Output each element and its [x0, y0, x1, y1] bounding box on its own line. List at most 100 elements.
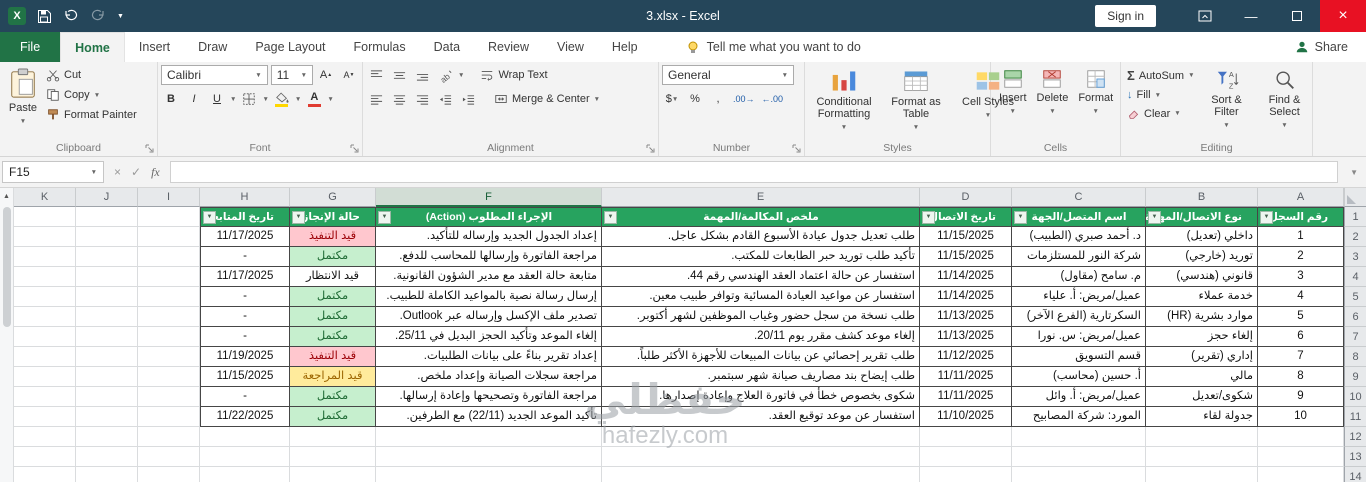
row-header-3[interactable]: 3 [1344, 247, 1366, 267]
tab-review[interactable]: Review [474, 32, 543, 62]
cell-B4[interactable]: قانوني (هندسي) [1146, 267, 1258, 287]
cell-I3[interactable] [138, 247, 200, 267]
align-center-button[interactable] [389, 89, 409, 109]
tab-help[interactable]: Help [598, 32, 652, 62]
cell-H13[interactable] [200, 447, 290, 467]
cell-K4[interactable] [14, 267, 76, 287]
underline-button[interactable]: U [207, 89, 227, 109]
cell-J4[interactable] [76, 267, 138, 287]
cell-G4[interactable]: قيد الانتظار [290, 267, 376, 287]
cell-A11[interactable]: 10 [1258, 407, 1344, 427]
table-header-F[interactable]: الإجراء المطلوب (Action) ▼ [376, 207, 602, 227]
italic-button[interactable]: I [184, 89, 204, 109]
find-select-button[interactable]: Find & Select ▼ [1256, 65, 1314, 140]
cell-J1[interactable] [76, 207, 138, 227]
filter-button-B[interactable]: ▼ [1148, 211, 1161, 224]
orientation-dropdown-icon[interactable]: ▼ [458, 72, 464, 79]
table-header-B[interactable]: نوع الاتصال/المهمة ▼ [1146, 207, 1258, 227]
tab-draw[interactable]: Draw [184, 32, 241, 62]
autosum-dropdown-icon[interactable]: ▼ [1188, 72, 1194, 79]
fill-dropdown-icon[interactable]: ▼ [1155, 92, 1161, 99]
tab-insert[interactable]: Insert [125, 32, 184, 62]
filter-button-G[interactable]: ▼ [292, 211, 305, 224]
tab-formulas[interactable]: Formulas [340, 32, 420, 62]
close-button[interactable]: × [1320, 0, 1366, 32]
cell-C4[interactable]: م. سامح (مقاول) [1012, 267, 1146, 287]
cell-H2[interactable]: 11/17/2025 [200, 227, 290, 247]
clear-button[interactable]: Clear ▼ [1124, 106, 1198, 121]
cell-H10[interactable]: - [200, 387, 290, 407]
maximize-button[interactable] [1274, 0, 1320, 32]
cell-F14[interactable] [376, 467, 602, 482]
cell-E3[interactable]: تأكيد طلب توريد حبر الطابعات للمكتب. [602, 247, 920, 267]
cell-J13[interactable] [76, 447, 138, 467]
cell-A2[interactable]: 1 [1258, 227, 1344, 247]
fill-color-dropdown-icon[interactable]: ▼ [295, 96, 301, 103]
cell-A3[interactable]: 2 [1258, 247, 1344, 267]
cell-G6[interactable]: مكتمل [290, 307, 376, 327]
filter-button-C[interactable]: ▼ [1014, 211, 1027, 224]
column-header-G[interactable]: G [290, 188, 376, 207]
cell-G2[interactable]: قيد التنفيذ [290, 227, 376, 247]
cell-K6[interactable] [14, 307, 76, 327]
cell-K12[interactable] [14, 427, 76, 447]
column-header-B[interactable]: B [1146, 188, 1258, 207]
cell-B10[interactable]: شكوى/تعديل [1146, 387, 1258, 407]
copy-button[interactable]: Copy ▼ [43, 87, 140, 103]
conditional-formatting-button[interactable]: Conditional Formatting ▼ [808, 65, 880, 140]
align-middle-button[interactable] [389, 65, 409, 85]
column-header-J[interactable]: J [76, 188, 138, 207]
cell-E8[interactable]: طلب تقرير إحصائي عن بيانات المبيعات للأج… [602, 347, 920, 367]
fill-button[interactable]: ↓ Fill ▼ [1124, 88, 1198, 102]
cell-I12[interactable] [138, 427, 200, 447]
cell-I13[interactable] [138, 447, 200, 467]
cell-K1[interactable] [14, 207, 76, 227]
cell-E14[interactable] [602, 467, 920, 482]
cell-K11[interactable] [14, 407, 76, 427]
cell-K3[interactable] [14, 247, 76, 267]
cell-F8[interactable]: إعداد تقرير بناءً على بيانات الطلبيات. [376, 347, 602, 367]
cell-G10[interactable]: مكتمل [290, 387, 376, 407]
cell-K10[interactable] [14, 387, 76, 407]
cell-F9[interactable]: مراجعة سجلات الصيانة وإعداد ملخص. [376, 367, 602, 387]
cell-H8[interactable]: 11/19/2025 [200, 347, 290, 367]
save-button[interactable] [37, 9, 52, 24]
cell-G3[interactable]: مكتمل [290, 247, 376, 267]
cell-H6[interactable]: - [200, 307, 290, 327]
scrollbar-thumb[interactable] [2, 207, 11, 327]
align-left-button[interactable] [366, 89, 386, 109]
borders-dropdown-icon[interactable]: ▼ [262, 96, 268, 103]
font-color-dropdown-icon[interactable]: ▼ [327, 96, 333, 103]
row-header-1[interactable]: 1 [1344, 207, 1366, 227]
sign-in-button[interactable]: Sign in [1095, 5, 1156, 27]
cell-D3[interactable]: 11/15/2025 [920, 247, 1012, 267]
row-header-10[interactable]: 10 [1344, 387, 1366, 407]
name-box[interactable]: F15 ▼ [2, 161, 104, 183]
cell-A6[interactable]: 5 [1258, 307, 1344, 327]
cell-K2[interactable] [14, 227, 76, 247]
fill-color-button[interactable] [272, 89, 292, 109]
cell-F3[interactable]: مراجعة الفاتورة وإرسالها للمحاسب للدفع. [376, 247, 602, 267]
filter-button-F[interactable]: ▼ [378, 211, 391, 224]
bold-button[interactable]: B [161, 89, 181, 109]
cell-F12[interactable] [376, 427, 602, 447]
cell-D14[interactable] [920, 467, 1012, 482]
percent-button[interactable]: % [685, 89, 705, 109]
column-header-K[interactable]: K [14, 188, 76, 207]
cell-I8[interactable] [138, 347, 200, 367]
cell-I6[interactable] [138, 307, 200, 327]
paste-dropdown-icon[interactable]: ▼ [20, 116, 26, 128]
row-header-8[interactable]: 8 [1344, 347, 1366, 367]
cell-J14[interactable] [76, 467, 138, 482]
cell-B7[interactable]: إلغاء حجز [1146, 327, 1258, 347]
undo-button[interactable] [63, 8, 79, 24]
cell-D11[interactable]: 11/10/2025 [920, 407, 1012, 427]
cell-H11[interactable]: 11/22/2025 [200, 407, 290, 427]
cell-F10[interactable]: مراجعة الفاتورة وتصحيحها وإعادة إرسالها. [376, 387, 602, 407]
cell-I7[interactable] [138, 327, 200, 347]
minimize-button[interactable]: — [1228, 0, 1274, 32]
cell-E12[interactable] [602, 427, 920, 447]
cell-B8[interactable]: إداري (تقرير) [1146, 347, 1258, 367]
cell-C11[interactable]: المورد: شركة المصابيح [1012, 407, 1146, 427]
increase-indent-button[interactable] [458, 89, 478, 109]
